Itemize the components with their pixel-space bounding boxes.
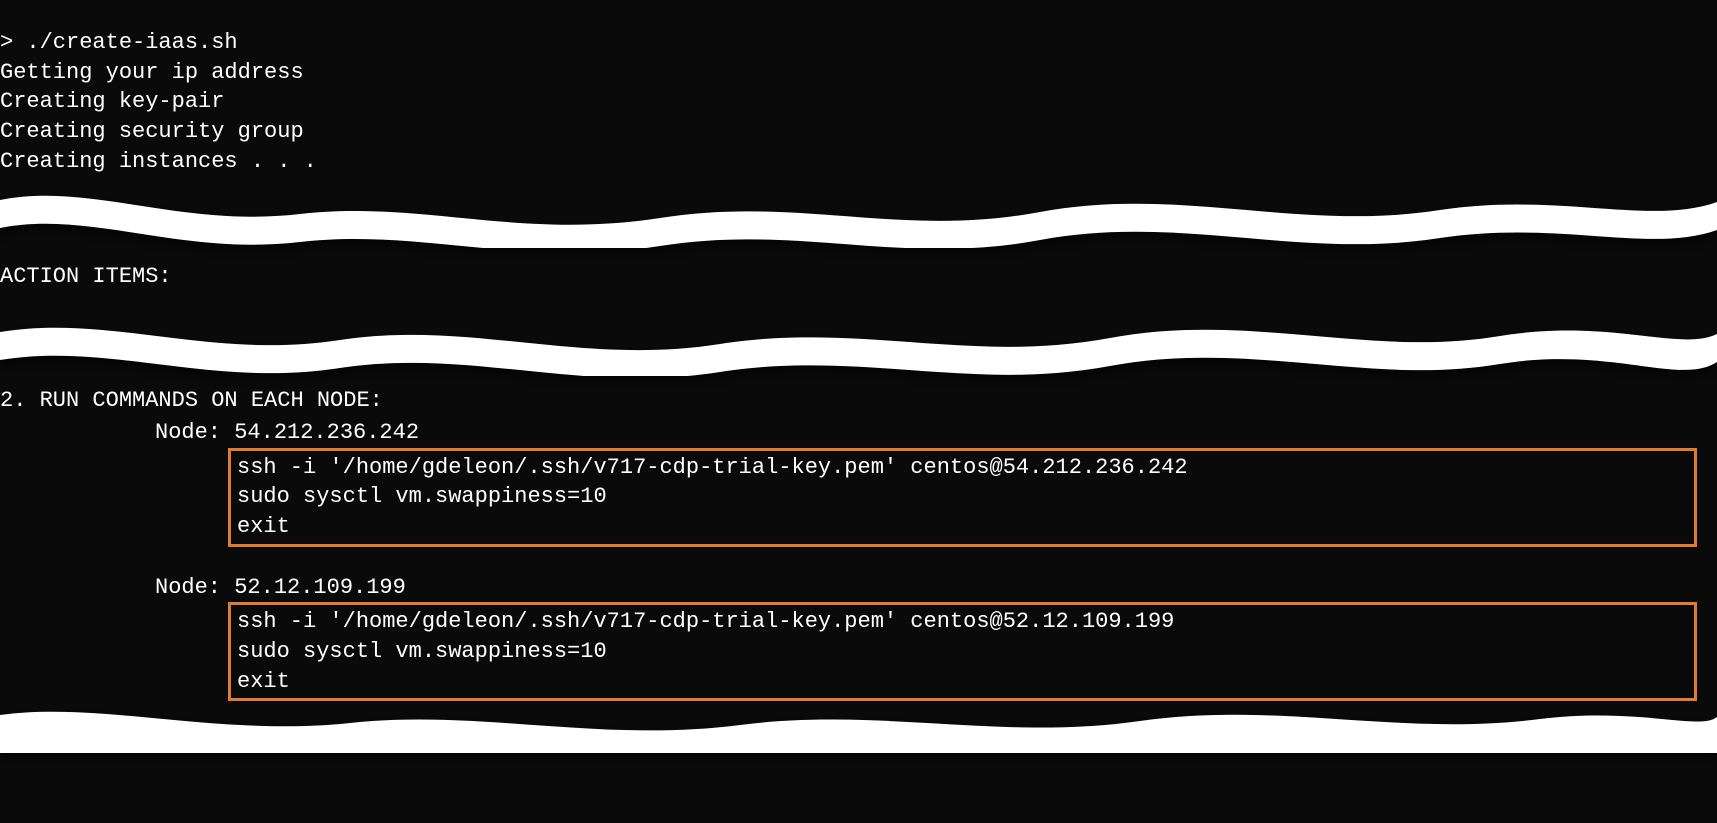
- command-line: exit: [237, 667, 1688, 697]
- node-block: Node: 54.212.236.242 ssh -i '/home/gdele…: [0, 418, 1717, 547]
- node-label: Node: 52.12.109.199: [0, 573, 1717, 603]
- torn-edge-divider: [0, 701, 1717, 753]
- terminal-line: > ./create-iaas.sh: [0, 28, 1717, 58]
- torn-edge-divider: [0, 310, 1717, 376]
- terminal-line: Creating key-pair: [0, 87, 1717, 117]
- terminal-line: Creating instances . . .: [0, 147, 1717, 177]
- node-block: Node: 52.12.109.199 ssh -i '/home/gdeleo…: [0, 573, 1717, 702]
- terminal-output-top: > ./create-iaas.sh Getting your ip addre…: [0, 0, 1717, 182]
- command-line: ssh -i '/home/gdeleon/.ssh/v717-cdp-tria…: [237, 453, 1688, 483]
- terminal-output-mid: ACTION ITEMS:: [0, 248, 1717, 310]
- command-line: exit: [237, 512, 1688, 542]
- terminal-output-bottom: 2. RUN COMMANDS ON EACH NODE: Node: 54.2…: [0, 376, 1717, 701]
- node-label: Node: 54.212.236.242: [0, 418, 1717, 448]
- run-commands-heading: 2. RUN COMMANDS ON EACH NODE:: [0, 386, 1717, 416]
- command-line: sudo sysctl vm.swappiness=10: [237, 482, 1688, 512]
- command-highlight-box: ssh -i '/home/gdeleon/.ssh/v717-cdp-tria…: [228, 602, 1697, 701]
- command-line: sudo sysctl vm.swappiness=10: [237, 637, 1688, 667]
- terminal-line: Creating security group: [0, 117, 1717, 147]
- torn-edge-divider: [0, 182, 1717, 248]
- command-line: ssh -i '/home/gdeleon/.ssh/v717-cdp-tria…: [237, 607, 1688, 637]
- action-items-heading: ACTION ITEMS:: [0, 262, 1717, 292]
- command-highlight-box: ssh -i '/home/gdeleon/.ssh/v717-cdp-tria…: [228, 448, 1697, 547]
- terminal-line: Getting your ip address: [0, 58, 1717, 88]
